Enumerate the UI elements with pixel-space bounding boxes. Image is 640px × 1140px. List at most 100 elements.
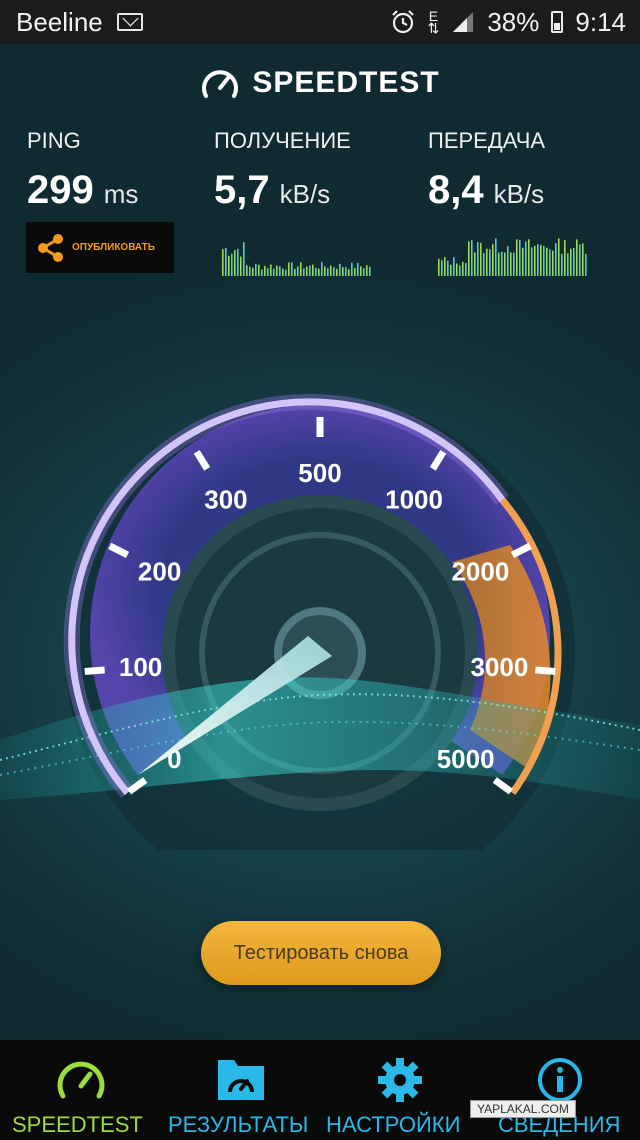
sparkline-bar	[285, 269, 287, 276]
sparkline-bar	[357, 262, 359, 276]
sparkline-bar	[510, 252, 512, 276]
sparkline-bar	[573, 247, 575, 276]
sparkline-bar	[477, 242, 479, 276]
signal-icon	[453, 12, 474, 32]
sparkline-bar	[264, 266, 266, 276]
gauge-tick-label: 3000	[471, 652, 529, 682]
sparkline-bar	[255, 263, 257, 276]
sparkline-bar	[237, 248, 239, 276]
sparkline-bar	[489, 249, 491, 276]
share-label: ОПУБЛИКОВАТЬ	[72, 242, 155, 253]
sparkline-bar	[234, 250, 236, 276]
sparkline-bar	[246, 265, 248, 276]
bottom-navigation: SPEEDTEST РЕЗУЛЬТАТЫ НАСТРОЙКИ СВЕДЕНИЯ	[0, 1040, 640, 1140]
download-value: 5,7	[214, 168, 270, 212]
gear-icon	[378, 1058, 422, 1102]
sparkline-bar	[468, 241, 470, 276]
sparkline-bar	[558, 238, 560, 276]
gauge-tick-label: 5000	[437, 744, 495, 774]
sparkline-bar	[441, 260, 443, 276]
gauge-tick	[84, 666, 105, 676]
sparkline-bar	[273, 268, 275, 276]
sparkline-bar	[525, 241, 527, 276]
sparkline-bar	[348, 269, 350, 276]
ping-unit: ms	[103, 179, 139, 209]
download-label: ПОЛУЧЕНИЕ	[214, 128, 351, 153]
share-button[interactable]: ОПУБЛИКОВАТЬ	[26, 222, 174, 273]
sparkline-bar	[450, 264, 452, 276]
sparkline-bar	[462, 261, 464, 276]
sparkline-bar	[252, 267, 254, 276]
upload-label: ПЕРЕДАЧА	[428, 128, 546, 153]
upload-value: 8,4	[428, 168, 484, 212]
sparkline-bar	[336, 268, 338, 276]
nav-speedtest[interactable]: SPEEDTEST	[0, 1040, 160, 1140]
sparkline-bar	[561, 253, 563, 276]
battery-level: 38%	[487, 6, 540, 37]
sparkline-bar	[282, 268, 284, 276]
nav-about[interactable]: СВЕДЕНИЯ	[480, 1040, 640, 1140]
network-type-icon: E ⇅	[427, 8, 440, 36]
nav-results[interactable]: РЕЗУЛЬТАТЫ	[160, 1040, 320, 1140]
sparkline-bar	[534, 245, 536, 276]
clock: 9:14	[575, 6, 626, 37]
watermark: YAPLAKAL.COM	[470, 1100, 576, 1118]
info-icon	[538, 1058, 582, 1102]
sparkline-bar	[222, 249, 224, 276]
upload-unit: kB/s	[493, 179, 545, 209]
sparkline-bar	[324, 266, 326, 276]
sparkline-bar	[576, 239, 578, 276]
gauge-tick-label: 200	[138, 556, 181, 586]
ping-metric: PING 299 ms	[27, 128, 138, 213]
sparkline-bar	[483, 253, 485, 276]
sparkline-bar	[516, 239, 518, 276]
sparkline-bar	[327, 268, 329, 276]
sparkline-bar	[480, 242, 482, 276]
share-icon	[38, 233, 63, 262]
download-sparkline	[222, 242, 371, 276]
gauge-tick-label: 300	[204, 485, 247, 515]
battery-icon	[551, 11, 564, 33]
sparkline-bar	[351, 262, 353, 276]
gauge-tick-label: 1000	[385, 485, 443, 515]
sparkline-bar	[369, 266, 371, 276]
sparkline-bar	[279, 266, 281, 276]
sparkline-bar	[276, 265, 278, 276]
nav-settings[interactable]: НАСТРОЙКИ	[320, 1040, 480, 1140]
sparkline-bar	[261, 269, 263, 276]
sparkline-bar	[258, 264, 260, 276]
sparkline-bar	[495, 238, 497, 276]
sparkline-bar	[312, 264, 314, 276]
sparkline-bar	[243, 242, 245, 276]
app-logo: SPEEDTEST	[0, 66, 640, 100]
sparkline-bar	[342, 267, 344, 276]
sparkline-bar	[354, 268, 356, 276]
sparkline-bar	[519, 239, 521, 276]
results-folder-icon	[218, 1060, 264, 1100]
sparkline-bar	[288, 262, 290, 276]
sparkline-bar	[240, 256, 242, 276]
sparkline-bar	[528, 239, 530, 276]
sparkline-bar	[306, 266, 308, 276]
gauge-tick-label: 100	[119, 652, 162, 682]
sparkline-bar	[447, 260, 449, 276]
sparkline-bar	[582, 243, 584, 276]
sparkline-bar	[297, 266, 299, 276]
retest-button[interactable]: Тестировать снова	[201, 921, 441, 985]
sparkline-bar	[507, 246, 509, 276]
sparkline-bar	[453, 257, 455, 276]
carrier-name: Beeline	[16, 6, 103, 37]
app-title: SPEEDTEST	[252, 66, 440, 99]
sparkline-bar	[459, 265, 461, 276]
nav-speedtest-label: SPEEDTEST	[12, 1112, 143, 1137]
speedometer-logo-icon	[202, 70, 239, 98]
sparkline-bar	[303, 268, 305, 276]
sparkline-bar	[543, 245, 545, 276]
sparkline-bar	[321, 262, 323, 276]
sparkline-bar	[540, 244, 542, 276]
sparkline-bar	[471, 240, 473, 276]
sparkline-bar	[270, 264, 272, 276]
sparkline-bar	[363, 268, 365, 276]
sparkline-bar	[267, 268, 269, 276]
gauge-icon	[57, 1061, 105, 1099]
